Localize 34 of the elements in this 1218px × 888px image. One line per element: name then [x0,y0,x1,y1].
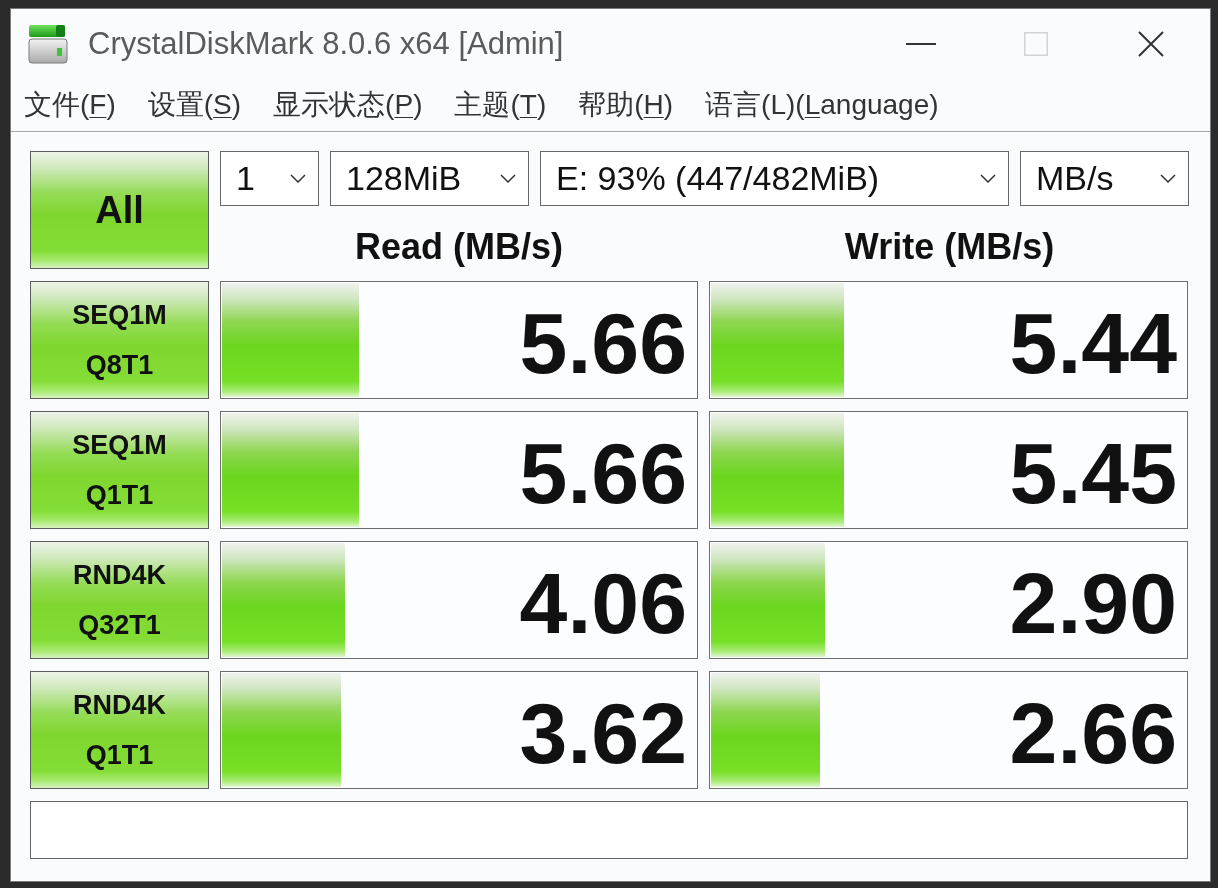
result-value: 2.90 [1008,554,1178,653]
close-icon[interactable] [1137,30,1164,57]
menu-item[interactable]: 文件(F) [24,87,116,122]
dropdown[interactable]: 128MiB [330,151,529,206]
result-value: 2.66 [1008,684,1178,783]
test-button[interactable]: SEQ1M Q1T1 [30,411,209,529]
menu-item[interactable]: 显示状态(P) [273,87,423,122]
menu-item[interactable]: 帮助(H) [578,87,674,122]
result-value: 5.44 [1008,294,1178,393]
comment-field[interactable] [30,801,1188,859]
result-value: 5.66 [518,424,688,523]
run-all-button[interactable]: All [30,151,209,269]
window-title: CrystalDiskMark 8.0.6 x64 [Admin] [88,25,564,62]
test-button[interactable]: RND4K Q32T1 [30,541,209,659]
menu-item[interactable]: 主题(T) [454,87,547,122]
menu-item[interactable]: 设置(S) [147,87,242,122]
dropdown[interactable]: 1 [220,151,319,206]
result-value: 4.06 [518,554,688,653]
result-value: 3.62 [518,684,688,783]
test-button[interactable]: RND4K Q1T1 [30,671,209,789]
chevron-icon [290,174,306,183]
result-value: 5.45 [1008,424,1178,523]
dropdown[interactable]: MB/s [1020,151,1189,206]
column-header: Read (MB/s) [355,225,563,269]
dropdown[interactable]: E: 93% (447/482MiB) [540,151,1009,206]
chevron-icon [500,174,516,183]
chevron-icon [980,174,996,183]
column-header: Write (MB/s) [844,225,1055,269]
menu-item[interactable]: 语言(L)(Language) [705,87,939,122]
result-value: 5.66 [518,294,688,393]
drive-icon [28,23,68,64]
test-button[interactable]: SEQ1M Q8T1 [30,281,209,399]
minimize-icon[interactable] [905,42,936,45]
chevron-icon [1160,174,1176,183]
